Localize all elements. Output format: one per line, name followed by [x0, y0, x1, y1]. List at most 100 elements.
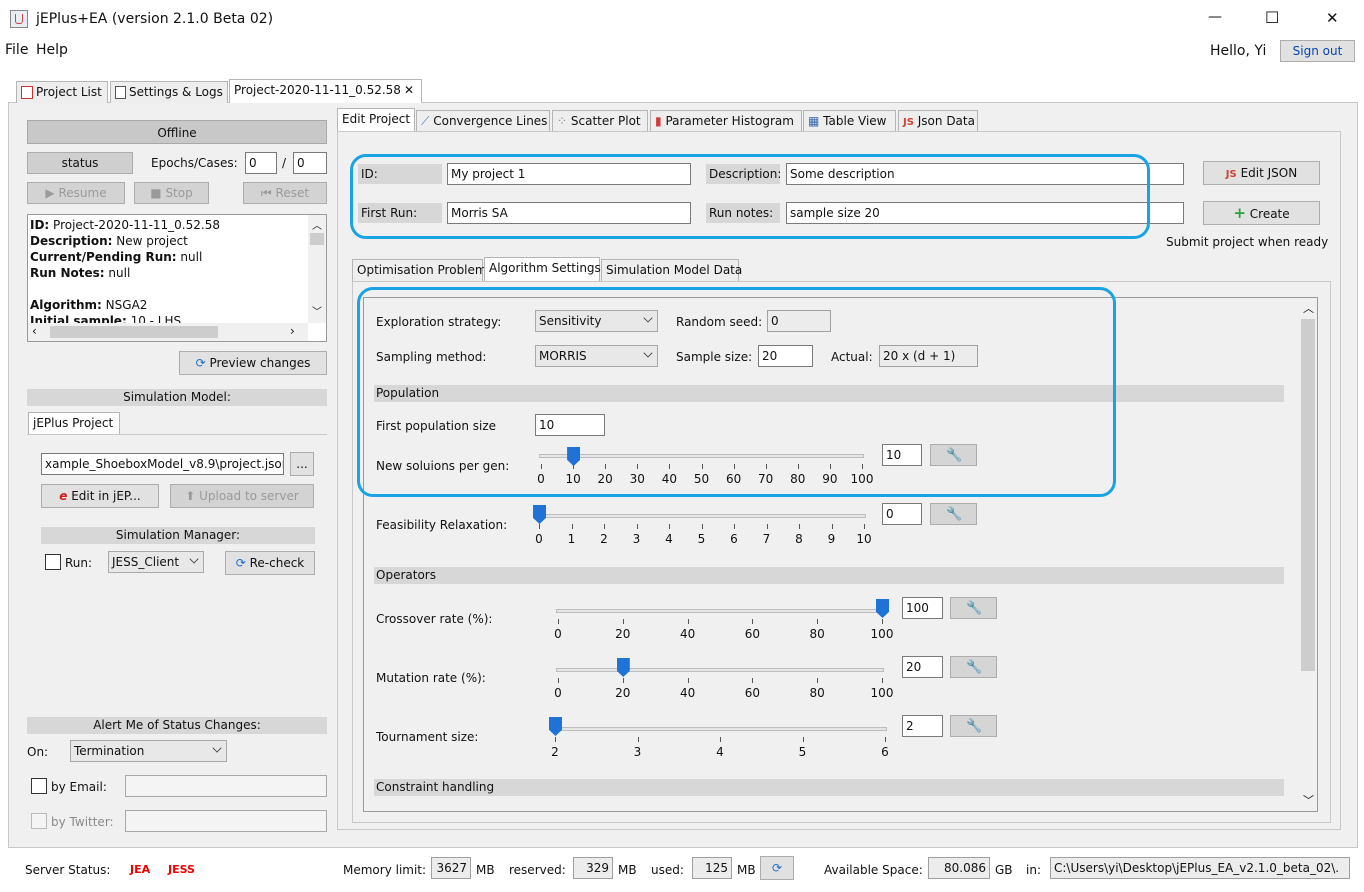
- tournament-slider[interactable]: 2 3 4 5 6: [549, 715, 894, 765]
- run-checkbox[interactable]: [45, 554, 61, 570]
- tab-project[interactable]: Project-2020-11-11_0.52.58 ✕: [229, 79, 422, 103]
- close-icon[interactable]: ✕: [1326, 9, 1339, 27]
- browse-button[interactable]: ...: [290, 452, 314, 476]
- tab-simulation-model-data[interactable]: Simulation Model Data: [601, 259, 742, 281]
- line-chart-icon: ⟋: [421, 114, 430, 128]
- json-icon: JS: [1225, 169, 1237, 180]
- feasibility-config-button[interactable]: 🔧: [930, 503, 977, 525]
- workspace-path-field: C:\Users\yi\Desktop\jEPlus_EA_v2.1.0_bet…: [1050, 857, 1350, 879]
- menu-help[interactable]: Help: [36, 42, 68, 58]
- crossover-config-button[interactable]: 🔧: [950, 597, 997, 619]
- slider-tick-label: 80: [809, 686, 825, 700]
- sign-out-button[interactable]: Sign out: [1280, 40, 1355, 62]
- info-id: ID: Project-2020-11-11_0.52.58: [30, 218, 220, 232]
- tab-convergence-lines[interactable]: ⟋ Convergence Lines: [416, 110, 550, 132]
- tab-parameter-histogram[interactable]: ▮ Parameter Histogram: [650, 110, 802, 132]
- tab-table-view[interactable]: ▦ Table View: [803, 110, 896, 132]
- project-path-field[interactable]: xample_ShoeboxModel_v8.9\project.json: [41, 453, 284, 475]
- minimize-icon[interactable]: —: [1208, 9, 1222, 25]
- recheck-button[interactable]: ⟳ Re-check: [225, 551, 315, 575]
- status-button[interactable]: status: [27, 152, 133, 174]
- slider-thumb[interactable]: [616, 658, 630, 677]
- scroll-up-icon[interactable]: ︿: [312, 217, 322, 232]
- tab-label: Parameter Histogram: [665, 114, 794, 128]
- scroll-down-icon[interactable]: ﹀: [1303, 792, 1314, 808]
- mutation-field[interactable]: 20: [902, 656, 943, 678]
- edit-json-button[interactable]: JS Edit JSON: [1203, 161, 1320, 185]
- by-twitter-label: by Twitter:: [51, 815, 114, 829]
- scroll-right-icon[interactable]: ›: [290, 324, 295, 338]
- slider-tick-label: 100: [870, 686, 894, 700]
- slider-tick: [636, 524, 638, 529]
- slider-tick: [687, 678, 689, 683]
- info-description: Description: New project: [30, 234, 188, 248]
- slider-tick-label: 3: [632, 532, 641, 546]
- slider-tick-label: 4: [716, 745, 724, 759]
- chevron-down-icon: [189, 554, 199, 564]
- stop-button[interactable]: ■ Stop: [134, 182, 209, 204]
- mutation-slider[interactable]: 0 20 40 60 80 100: [552, 656, 894, 706]
- tournament-field[interactable]: 2: [902, 715, 943, 737]
- mutation-config-button[interactable]: 🔧: [950, 656, 997, 678]
- slider-thumb[interactable]: [549, 717, 562, 736]
- tournament-config-button[interactable]: 🔧: [950, 715, 997, 737]
- preview-changes-button[interactable]: ⟳ Preview changes: [179, 351, 327, 375]
- scroll-left-icon[interactable]: ‹: [32, 324, 37, 338]
- refresh-memory-button[interactable]: ⟳: [760, 856, 794, 880]
- slider-tick: [802, 737, 804, 742]
- slider-tick-label: 5: [798, 745, 807, 759]
- tab-project-list[interactable]: Project List: [16, 81, 108, 103]
- email-checkbox[interactable]: [31, 778, 47, 794]
- slider-thumb[interactable]: [533, 505, 546, 524]
- tab-jeplus-project[interactable]: jEPlus Project: [28, 412, 120, 434]
- crossover-field[interactable]: 100: [902, 597, 943, 619]
- feasibility-field[interactable]: 0: [882, 503, 922, 525]
- tab-edit-project[interactable]: Edit Project: [337, 108, 415, 132]
- slider-tick: [752, 678, 754, 683]
- cases-field[interactable]: 0: [293, 152, 327, 174]
- tab-json-data[interactable]: JS Json Data: [898, 110, 978, 132]
- info-vscrollbar[interactable]: ︿ ﹀: [308, 215, 326, 323]
- tab-label: Scatter Plot: [570, 114, 641, 128]
- slider-tick: [637, 737, 639, 742]
- tab-settings-logs[interactable]: Settings & Logs: [110, 81, 228, 103]
- algo-vscrollbar[interactable]: ︿ ﹀: [1298, 298, 1317, 811]
- twitter-field[interactable]: [125, 810, 327, 832]
- edit-in-jeplus-button[interactable]: e Edit in jEP...: [41, 484, 159, 508]
- slider-tick: [669, 524, 670, 529]
- tab-optimisation-problem[interactable]: Optimisation Problem: [352, 259, 487, 281]
- scroll-down-icon[interactable]: ﹀: [312, 303, 322, 318]
- memory-limit-unit: MB: [476, 863, 495, 877]
- alert-on-select[interactable]: Termination: [70, 740, 227, 762]
- reset-button[interactable]: ⏮ Reset: [243, 182, 327, 204]
- slider-thumb[interactable]: [876, 599, 889, 618]
- feasibility-slider[interactable]: 0 1 2 3 4 5 6 7 8 9 10: [533, 502, 874, 552]
- play-icon: ▶: [45, 186, 55, 200]
- run-client-select[interactable]: JESS_Client: [108, 551, 204, 573]
- create-button[interactable]: + Create: [1203, 201, 1320, 225]
- tab-algorithm-settings[interactable]: Algorithm Settings: [484, 257, 601, 281]
- used-field: 125: [692, 857, 732, 879]
- close-tab-icon[interactable]: ✕: [404, 80, 414, 100]
- resume-button[interactable]: ▶ Resume: [27, 182, 125, 204]
- crossover-slider[interactable]: 0 20 40 60 80 100: [552, 597, 893, 647]
- maximize-icon[interactable]: ☐: [1265, 8, 1279, 27]
- available-space-unit: GB: [995, 863, 1013, 877]
- upload-to-server-button[interactable]: ⬆ Upload to server: [170, 484, 314, 508]
- slider-tick: [882, 619, 883, 624]
- resume-label: Resume: [58, 186, 107, 200]
- info-hscrollbar[interactable]: ‹ ›: [28, 323, 308, 341]
- slider-tick-label: 0: [554, 686, 562, 700]
- menu-file[interactable]: File: [5, 42, 28, 58]
- email-field[interactable]: [125, 775, 327, 797]
- tournament-label: Tournament size:: [376, 730, 479, 744]
- scroll-up-icon[interactable]: ︿: [1303, 300, 1314, 316]
- twitter-checkbox[interactable]: [31, 813, 47, 829]
- slider-tick-label: 9: [827, 532, 836, 546]
- refresh-icon: ⟳: [771, 861, 783, 875]
- epochs-field[interactable]: 0: [245, 152, 277, 174]
- slider-tick-label: 80: [809, 627, 825, 641]
- tab-scatter-plot[interactable]: ⁘ Scatter Plot: [552, 110, 648, 132]
- menu-bar: File Help Hello, Yi Sign out: [0, 40, 1364, 62]
- slider-tick: [766, 524, 768, 529]
